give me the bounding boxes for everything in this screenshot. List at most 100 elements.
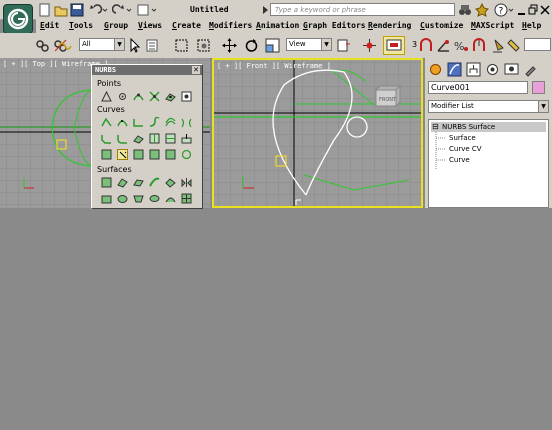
- snap-toggle-icon[interactable]: [419, 38, 434, 53]
- fillet-curve-icon[interactable]: [133, 117, 144, 128]
- cv-surface-icon[interactable]: [101, 177, 112, 188]
- spinner-snap-icon[interactable]: [472, 38, 487, 53]
- create-tab-icon[interactable]: [428, 62, 443, 77]
- front-viewport-label[interactable]: [ + ][ Front ][ Wireframe ]: [217, 62, 331, 70]
- cap-surface-icon[interactable]: [149, 193, 160, 204]
- select-and-rotate-icon[interactable]: [244, 38, 259, 53]
- mirror-curve-icon[interactable]: [181, 117, 192, 128]
- named-selection-set-input[interactable]: [524, 38, 551, 51]
- select-and-scale-icon[interactable]: [265, 38, 280, 53]
- nurbs-toolbox-title[interactable]: NURBS: [92, 65, 202, 75]
- stack-item-curve-cv[interactable]: Curve CV: [449, 145, 482, 153]
- modifier-list-dropdown[interactable]: Modifier List ▼: [428, 100, 549, 113]
- undo-icon[interactable]: [88, 3, 108, 18]
- menu-tools[interactable]: Tools: [69, 21, 93, 30]
- stack-item-curve[interactable]: Curve: [449, 156, 470, 164]
- menu-animation[interactable]: Animation: [256, 21, 299, 30]
- menu-group[interactable]: Group: [104, 21, 128, 30]
- app-logo-icon[interactable]: [3, 4, 33, 34]
- close-icon[interactable]: [540, 3, 552, 18]
- keyboard-shortcut-override-icon[interactable]: [383, 36, 405, 55]
- select-and-manipulate-icon[interactable]: [362, 38, 377, 53]
- extrude-surface-icon[interactable]: [101, 193, 112, 204]
- curve-circle-icon[interactable]: [181, 149, 192, 160]
- menu-views[interactable]: Views: [138, 21, 162, 30]
- display-tab-icon[interactable]: [504, 62, 519, 77]
- snap-toggle-value[interactable]: 3: [412, 40, 417, 49]
- create-point-icon[interactable]: [101, 90, 112, 102]
- utilities-tab-icon[interactable]: [523, 62, 538, 77]
- project-folder-icon[interactable]: [137, 3, 157, 18]
- modify-tab-icon[interactable]: [447, 62, 462, 77]
- offset-curve-icon[interactable]: [165, 117, 176, 128]
- open-icon[interactable]: [54, 3, 69, 18]
- redo-icon[interactable]: [111, 3, 132, 18]
- hierarchy-tab-icon[interactable]: [466, 62, 481, 77]
- menu-graph-editors[interactable]: Graph Editors: [303, 21, 366, 30]
- surface-curve-intersection-icon[interactable]: [133, 133, 144, 144]
- menu-help[interactable]: Help: [522, 21, 541, 30]
- stack-item-nurbs-surface[interactable]: ⊟ NURBS Surface: [431, 122, 546, 132]
- select-by-name-icon[interactable]: [146, 38, 161, 53]
- point-surface-icon[interactable]: [117, 177, 128, 188]
- surface-curve-intersection-icon[interactable]: [181, 91, 192, 102]
- u-loft-surface-icon[interactable]: [165, 193, 176, 204]
- new-icon[interactable]: [38, 3, 53, 18]
- menu-customize[interactable]: Customize: [420, 21, 463, 30]
- close-icon[interactable]: ✕: [192, 66, 200, 74]
- search-input[interactable]: Type a keyword or phrase: [270, 3, 455, 16]
- cv-curve-icon[interactable]: [101, 117, 112, 128]
- surface-point-icon[interactable]: [165, 91, 176, 102]
- surface-edge-curve-icon[interactable]: [165, 149, 176, 160]
- collapse-icon[interactable]: ⊟: [432, 122, 439, 132]
- select-and-link-icon[interactable]: [35, 38, 50, 53]
- curve-point-icon[interactable]: [133, 91, 144, 102]
- curve-curve-intersection-icon[interactable]: [149, 91, 160, 102]
- offset-surface-icon[interactable]: [165, 177, 176, 188]
- point-curve-icon[interactable]: [117, 117, 128, 128]
- offset-point-icon[interactable]: [117, 91, 128, 102]
- chamfer-curve-icon[interactable]: [101, 133, 112, 144]
- uv-loft-surface-icon[interactable]: [181, 193, 192, 204]
- favorite-star-icon[interactable]: [475, 2, 490, 18]
- point-curve-on-surface-icon[interactable]: [133, 149, 144, 160]
- percent-snap-icon[interactable]: %: [454, 38, 469, 53]
- menu-maxscript[interactable]: MAXScript: [471, 21, 514, 30]
- viewport-front[interactable]: [ + ][ Front ][ Wireframe ] FRONT: [212, 58, 423, 208]
- stack-item-surface[interactable]: Surface: [449, 134, 476, 142]
- blend-surface-icon[interactable]: [149, 177, 160, 188]
- menu-edit[interactable]: Edit: [40, 21, 59, 30]
- rectangular-selection-icon[interactable]: [174, 38, 189, 53]
- menu-modifiers[interactable]: Modifiers: [209, 21, 252, 30]
- ruled-surface-icon[interactable]: [133, 193, 144, 204]
- u-iso-curve-icon[interactable]: [149, 133, 160, 144]
- named-selection-sets-icon[interactable]: [490, 38, 505, 53]
- select-and-move-icon[interactable]: [222, 38, 237, 53]
- menu-rendering[interactable]: Rendering: [368, 21, 411, 30]
- viewcube-front-face[interactable]: [374, 84, 402, 108]
- motion-tab-icon[interactable]: [485, 62, 500, 77]
- selection-filter-dropdown[interactable]: All ▼: [79, 38, 125, 51]
- mirror-surface-icon[interactable]: [181, 177, 192, 188]
- blend-curve-icon[interactable]: [149, 116, 160, 128]
- bind-space-warp-icon[interactable]: [58, 38, 73, 53]
- transform-surface-icon[interactable]: [133, 177, 144, 188]
- help-icon[interactable]: ?: [494, 3, 514, 18]
- object-color-swatch[interactable]: [532, 81, 545, 94]
- normal-projected-curve-icon[interactable]: [181, 133, 192, 144]
- binoculars-icon[interactable]: [458, 3, 473, 18]
- vector-projected-curve-icon[interactable]: [101, 149, 112, 160]
- edit-named-selections-icon[interactable]: [507, 38, 522, 53]
- surface-offset-curve-icon[interactable]: [149, 149, 160, 160]
- lathe-surface-icon[interactable]: [117, 193, 128, 204]
- pivot-center-icon[interactable]: [336, 38, 351, 53]
- angle-snap-icon[interactable]: [436, 38, 451, 53]
- object-name-input[interactable]: Curve001: [428, 81, 528, 94]
- cv-curve-on-surface-icon[interactable]: [117, 149, 128, 160]
- reference-coordinate-dropdown[interactable]: View ▼: [286, 38, 332, 51]
- menu-create[interactable]: Create: [172, 21, 201, 30]
- save-icon[interactable]: [70, 3, 85, 18]
- select-object-icon[interactable]: [128, 37, 143, 53]
- window-crossing-icon[interactable]: [196, 38, 211, 53]
- v-iso-curve-icon[interactable]: [165, 133, 176, 144]
